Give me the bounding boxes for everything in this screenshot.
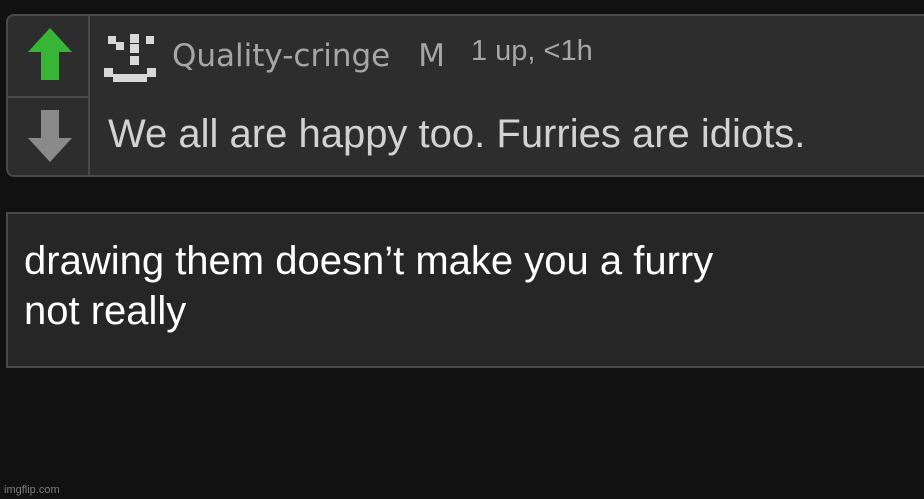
avatar[interactable] (98, 24, 162, 88)
vote-time-info: 1 up, <1h (470, 35, 593, 67)
vote-column (8, 16, 90, 175)
reply-text: drawing them doesn’t make you a furry no… (24, 236, 713, 336)
reply-line-2: not really (24, 289, 187, 333)
reply-line-1: drawing them doesn’t make you a furry (24, 239, 714, 283)
vote-divider (8, 96, 88, 98)
comment-text: We all are happy too. Furries are idiots… (108, 112, 806, 156)
imgflip-watermark: imgflip.com (4, 484, 60, 496)
gender-flag: M (418, 38, 445, 74)
comment-card: Quality-cringe M 1 up, <1h We all are ha… (6, 14, 924, 177)
arrow-up-icon[interactable] (26, 26, 74, 82)
reply-text-box: drawing them doesn’t make you a furry no… (6, 212, 924, 368)
comment-meta: Quality-cringe M 1 up, <1h (172, 35, 593, 84)
username-link[interactable]: Quality-cringe (172, 38, 390, 74)
arrow-down-icon[interactable] (26, 108, 74, 164)
